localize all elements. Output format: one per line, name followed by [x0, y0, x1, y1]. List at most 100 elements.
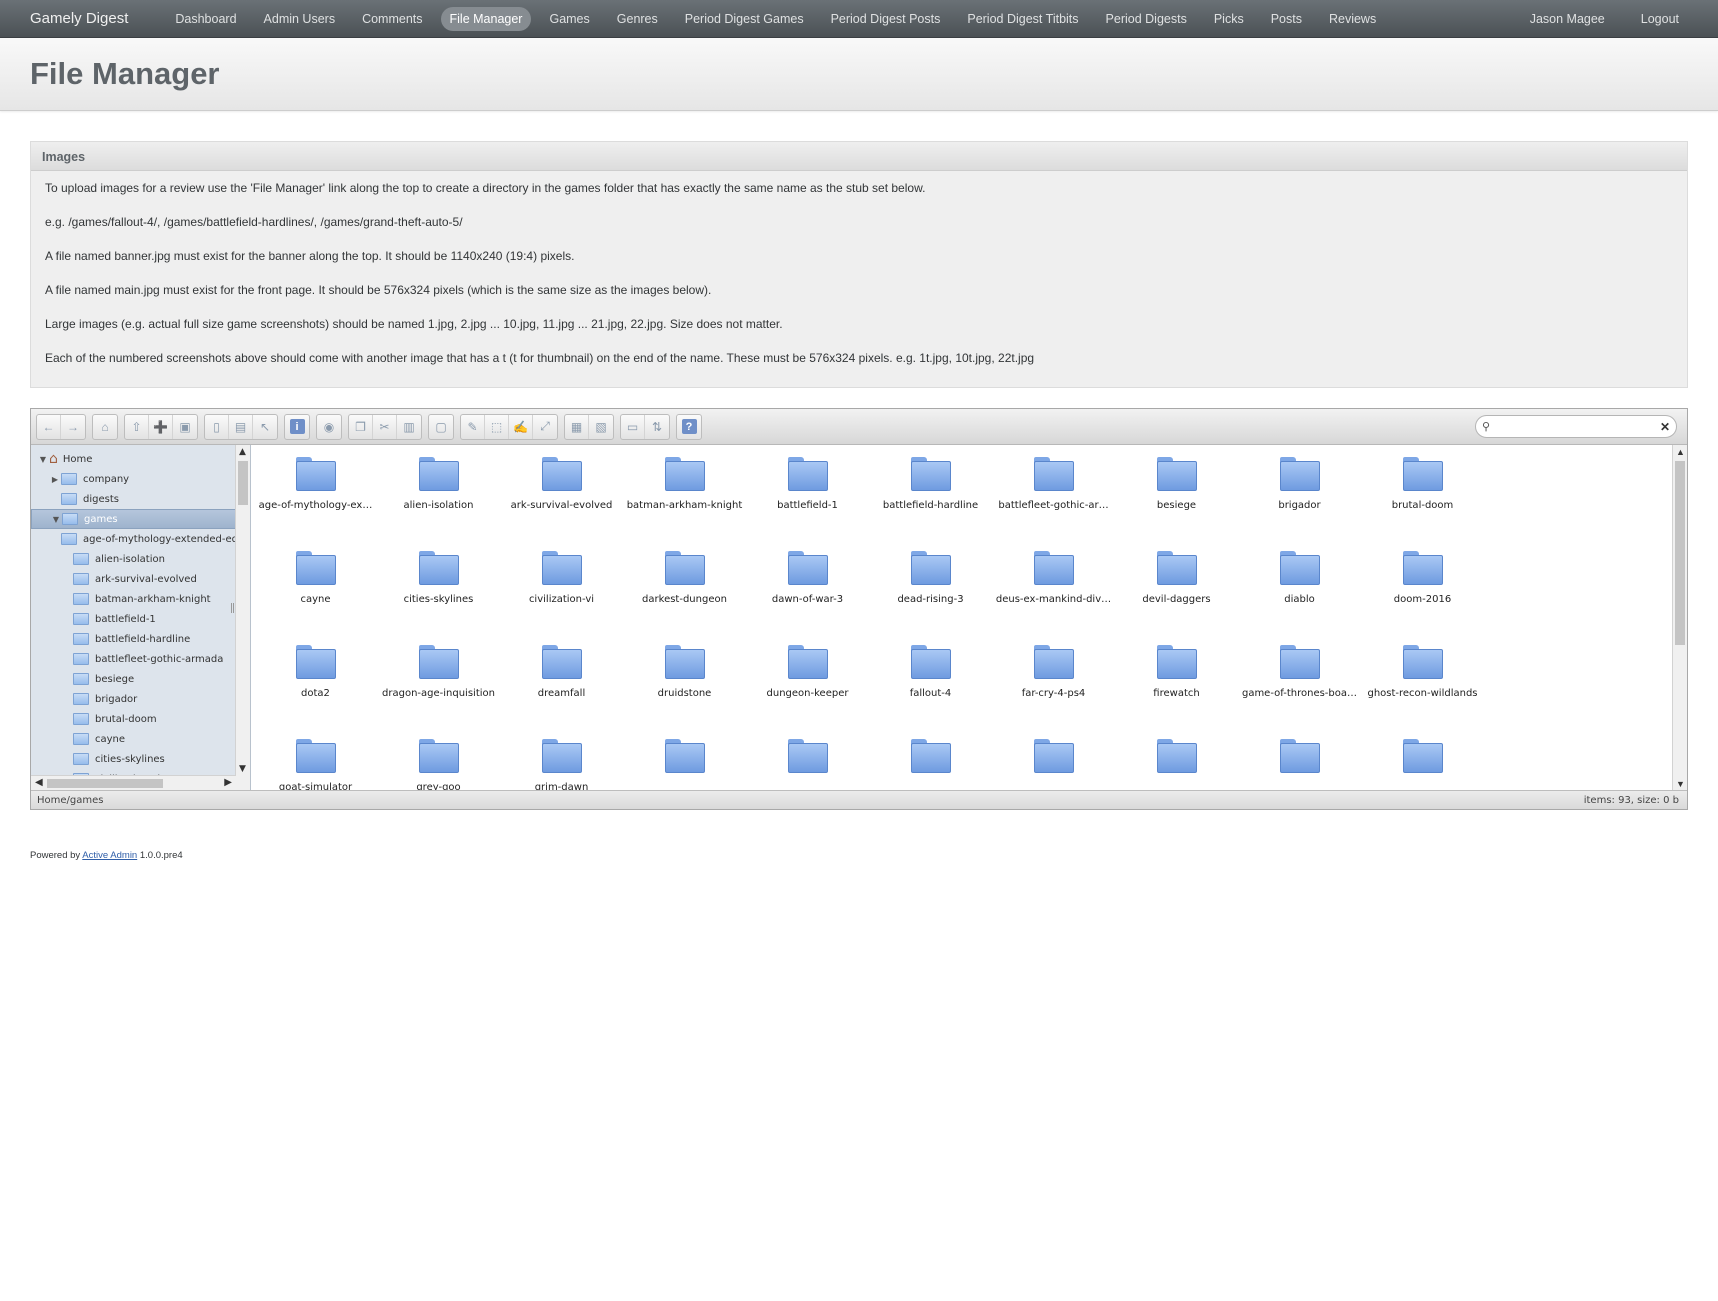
folder-item[interactable]: age-of-mythology-ex… [254, 451, 377, 545]
tree-item-ark-survival-evolved[interactable]: ark-survival-evolved [31, 569, 236, 589]
home-button[interactable]: ⌂ [93, 415, 117, 439]
scroll-down-icon[interactable]: ▼ [239, 764, 246, 774]
folder-item[interactable] [1361, 733, 1484, 790]
nav-item-reviews[interactable]: Reviews [1320, 7, 1385, 31]
current-user-link[interactable]: Jason Magee [1521, 7, 1614, 31]
folder-item[interactable]: brutal-doom [1361, 451, 1484, 545]
tree-item-company[interactable]: ▶ company [31, 469, 236, 489]
folder-item[interactable]: dungeon-keeper [746, 639, 869, 733]
duplicate-button[interactable]: ▢ [429, 415, 453, 439]
scroll-up-icon[interactable]: ▲ [239, 447, 246, 457]
folder-item[interactable]: goat-simulator [254, 733, 377, 790]
tree-item-alien-isolation[interactable]: alien-isolation [31, 549, 236, 569]
folder-item[interactable] [1238, 733, 1361, 790]
folder-item[interactable]: battlefleet-gothic-ar… [992, 451, 1115, 545]
rename-button[interactable]: ⬚ [485, 414, 509, 439]
save-button[interactable]: ▣ [173, 415, 197, 439]
tree-item-besiege[interactable]: besiege [31, 669, 236, 689]
paste-button[interactable]: ▥ [397, 415, 421, 439]
back-button[interactable]: ← [37, 414, 61, 439]
scroll-left-icon[interactable]: ◀ [35, 777, 43, 788]
cut-button[interactable]: ✂ [373, 414, 397, 439]
nav-item-period-digest-posts[interactable]: Period Digest Posts [822, 7, 950, 31]
nav-item-period-digest-titbits[interactable]: Period Digest Titbits [958, 7, 1087, 31]
tree-item-battlefleet-gothic-armada[interactable]: battlefleet-gothic-armada [31, 649, 236, 669]
search-input[interactable] [1496, 419, 1660, 434]
write-button[interactable]: ✍ [509, 414, 533, 439]
tree-horizontal-scrollbar[interactable]: ◀ ▶ [31, 775, 236, 790]
folder-item[interactable]: cayne [254, 545, 377, 639]
scroll-up-icon[interactable]: ▲ [1676, 447, 1685, 457]
nav-item-picks[interactable]: Picks [1205, 7, 1253, 31]
folder-item[interactable]: dreamfall [500, 639, 623, 733]
tree-item-battlefield-1[interactable]: battlefield-1 [31, 609, 236, 629]
folder-item[interactable]: ghost-recon-wildlands [1361, 639, 1484, 733]
copy-button[interactable]: ❐ [349, 414, 373, 439]
folder-item[interactable]: grim-dawn [500, 733, 623, 790]
up-button[interactable]: ⇧ [125, 414, 149, 439]
download-button[interactable]: ▤ [229, 414, 253, 439]
new-file-button[interactable]: ➕ [149, 414, 173, 439]
folder-item[interactable]: deus-ex-mankind-div… [992, 545, 1115, 639]
search-box[interactable]: ⚲ ✕ [1475, 415, 1677, 438]
folder-item[interactable] [623, 733, 746, 790]
folder-item[interactable] [746, 733, 869, 790]
nav-item-file-manager[interactable]: File Manager [440, 6, 532, 31]
nav-item-games[interactable]: Games [540, 7, 598, 31]
folder-item[interactable]: dawn-of-war-3 [746, 545, 869, 639]
open-button[interactable]: ▯ [205, 414, 229, 439]
folder-item[interactable] [1115, 733, 1238, 790]
site-title[interactable]: Gamely Digest [30, 10, 128, 27]
nav-item-period-digest-games[interactable]: Period Digest Games [676, 7, 813, 31]
folder-item[interactable]: fallout-4 [869, 639, 992, 733]
tree-item-games[interactable]: ▼ games [31, 509, 236, 529]
folder-item[interactable]: battlefield-hardline [869, 451, 992, 545]
clear-search-icon[interactable]: ✕ [1660, 420, 1670, 434]
expand-arrow-icon[interactable]: ▶ [49, 475, 61, 484]
folder-item[interactable]: druidstone [623, 639, 746, 733]
folder-item[interactable]: batman-arkham-knight [623, 451, 746, 545]
tree-item-brigador[interactable]: brigador [31, 689, 236, 709]
tree-item-cayne[interactable]: cayne [31, 729, 236, 749]
view-button[interactable]: ▭ [621, 414, 645, 439]
tree-item-home[interactable]: ▼ ⌂ Home [31, 449, 236, 469]
folder-item[interactable]: darkest-dungeon [623, 545, 746, 639]
select-button[interactable]: ↖ [253, 415, 277, 439]
folder-item[interactable]: civilization-vi [500, 545, 623, 639]
folder-item[interactable]: far-cry-4-ps4 [992, 639, 1115, 733]
folder-item[interactable]: devil-daggers [1115, 545, 1238, 639]
help-button[interactable]: ? [677, 415, 701, 439]
archive-button[interactable]: ▧ [589, 415, 613, 439]
resize-button[interactable]: ⤢ [533, 415, 557, 439]
nav-item-dashboard[interactable]: Dashboard [166, 7, 245, 31]
scroll-down-icon[interactable]: ▼ [1676, 779, 1685, 789]
nav-item-comments[interactable]: Comments [353, 7, 431, 31]
folder-item[interactable]: alien-isolation [377, 451, 500, 545]
folder-item[interactable]: battlefield-1 [746, 451, 869, 545]
folder-item[interactable]: dragon-age-inquisition [377, 639, 500, 733]
scroll-right-icon[interactable]: ▶ [224, 777, 232, 788]
folder-item[interactable]: dota2 [254, 639, 377, 733]
folder-item[interactable]: game-of-thrones-boa… [1238, 639, 1361, 733]
resize-handle[interactable] [231, 603, 234, 613]
tree-item-batman-arkham-knight[interactable]: batman-arkham-knight [31, 589, 236, 609]
nav-item-posts[interactable]: Posts [1262, 7, 1311, 31]
extract-button[interactable]: ▦ [565, 414, 589, 439]
info-button[interactable]: i [285, 415, 309, 439]
folder-item[interactable]: brigador [1238, 451, 1361, 545]
expand-arrow-icon[interactable]: ▼ [50, 515, 62, 524]
tree-item-age-of-mythology-extended-ed[interactable]: age-of-mythology-extended-ed [31, 529, 236, 549]
folder-item[interactable]: diablo [1238, 545, 1361, 639]
files-vertical-scrollbar[interactable]: ▲ ▼ [1672, 445, 1687, 790]
tree-item-cities-skylines[interactable]: cities-skylines [31, 749, 236, 769]
tree-item-digests[interactable]: digests [31, 489, 236, 509]
forward-button[interactable]: → [61, 415, 85, 439]
folder-item[interactable]: grey-goo [377, 733, 500, 790]
folder-item[interactable]: dead-rising-3 [869, 545, 992, 639]
nav-item-admin-users[interactable]: Admin Users [255, 7, 345, 31]
tree-vertical-scrollbar[interactable]: ▲ ▼ [235, 445, 250, 790]
folder-item[interactable]: firewatch [1115, 639, 1238, 733]
expand-arrow-icon[interactable]: ▼ [37, 455, 49, 464]
folder-item[interactable] [992, 733, 1115, 790]
preview-button[interactable]: ◉ [317, 415, 341, 439]
